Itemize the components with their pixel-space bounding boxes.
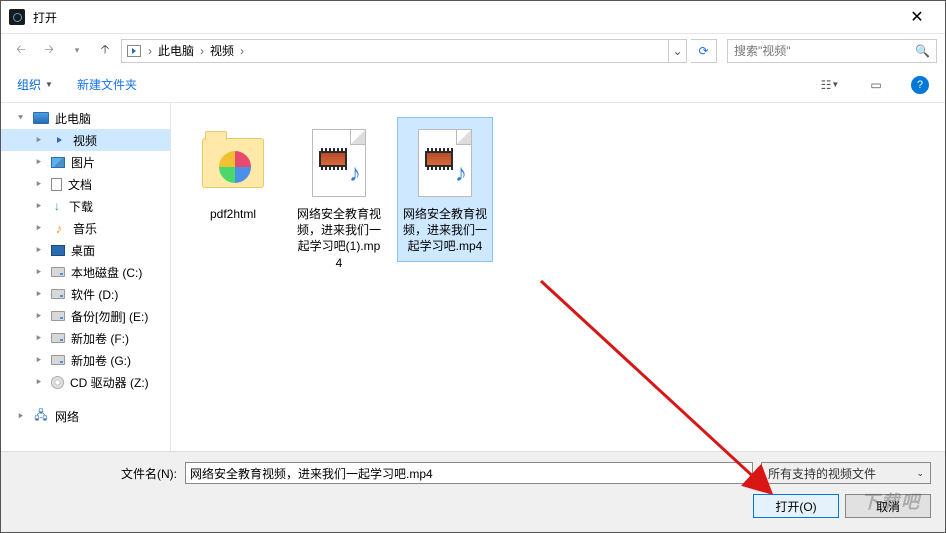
document-icon [51,178,62,191]
download-icon: ↓ [51,200,63,212]
sidebar-item-drive-e[interactable]: ⯈备份[勿删] (E:) [1,305,170,327]
file-item-video-selected[interactable]: ♪ 网络安全教育视频，进来我们一起学习吧.mp4 [397,117,493,262]
breadcrumb-videos[interactable]: 视频 [206,42,238,59]
back-button[interactable]: 🡠 [9,39,33,63]
file-label: 网络安全教育视频，进来我们一起学习吧.mp4 [402,206,488,255]
search-input[interactable] [734,44,915,58]
sidebar: ⯆此电脑 ⯈视频 ⯈图片 ⯈文档 ⯈↓下载 ⯈♪音乐 ⯈桌面 ⯈本地磁盘 (C:… [1,103,171,463]
breadcrumb[interactable]: › 此电脑 › 视频 › ⌄ [121,39,687,63]
preview-pane-button[interactable]: ▭ [865,74,887,96]
body-area: ⯆此电脑 ⯈视频 ⯈图片 ⯈文档 ⯈↓下载 ⯈♪音乐 ⯈桌面 ⯈本地磁盘 (C:… [1,103,945,463]
sidebar-item-drive-c[interactable]: ⯈本地磁盘 (C:) [1,261,170,283]
sidebar-item-this-pc[interactable]: ⯆此电脑 [1,107,170,129]
music-icon: ♪ [51,221,67,235]
network-icon: 🖧 [33,409,49,423]
file-label: 网络安全教育视频，进来我们一起学习吧(1).mp4 [296,206,382,271]
sidebar-item-drive-g[interactable]: ⯈新加卷 (G:) [1,349,170,371]
sidebar-item-network[interactable]: ⯈🖧网络 [1,405,170,427]
breadcrumb-sep: › [198,44,206,58]
dialog-footer: 文件名(N): 所有支持的视频文件⌄ 打开(O) 取消 [1,451,945,532]
file-item-folder[interactable]: pdf2html [185,117,281,229]
organize-menu[interactable]: 组织▼ [17,76,53,93]
drive-icon [51,311,65,321]
breadcrumb-dropdown[interactable]: ⌄ [668,40,686,62]
sidebar-item-documents[interactable]: ⯈文档 [1,173,170,195]
sidebar-item-music[interactable]: ⯈♪音乐 [1,217,170,239]
breadcrumb-sep: › [146,44,154,58]
search-box[interactable]: 🔍 [727,39,937,63]
breadcrumb-sep: › [238,44,246,58]
picture-icon [51,157,65,168]
cd-icon [51,376,64,389]
up-button[interactable]: 🡡 [93,39,117,63]
sidebar-item-desktop[interactable]: ⯈桌面 [1,239,170,261]
open-button[interactable]: 打开(O) [753,494,839,518]
new-folder-button[interactable]: 新建文件夹 [77,76,137,93]
sidebar-item-drive-f[interactable]: ⯈新加卷 (F:) [1,327,170,349]
navigation-row: 🡠 🡢 ▾ 🡡 › 此电脑 › 视频 › ⌄ ⟳ 🔍 [1,33,945,67]
window-title: 打开 [33,9,897,26]
forward-button[interactable]: 🡢 [37,39,61,63]
recent-dropdown[interactable]: ▾ [65,39,89,63]
drive-icon [51,289,65,299]
drive-icon [51,267,65,277]
filename-label: 文件名(N): [15,465,177,482]
help-button[interactable]: ? [911,76,929,94]
file-type-filter[interactable]: 所有支持的视频文件⌄ [761,462,931,484]
pc-icon [33,112,49,124]
cancel-button[interactable]: 取消 [845,494,931,518]
toolbar: 组织▼ 新建文件夹 ☷ ▼ ▭ ? [1,67,945,103]
video-folder-icon [124,41,144,61]
app-icon [9,9,25,25]
desktop-icon [51,245,65,256]
file-item-video[interactable]: ♪ 网络安全教育视频，进来我们一起学习吧(1).mp4 [291,117,387,278]
filename-input[interactable] [185,462,753,484]
file-label: pdf2html [210,206,256,222]
file-list[interactable]: pdf2html ♪ 网络安全教育视频，进来我们一起学习吧(1).mp4 ♪ 网… [171,103,945,463]
folder-icon [202,138,264,188]
drive-icon [51,333,65,343]
view-mode-button[interactable]: ☷ ▼ [819,74,841,96]
video-file-icon: ♪ [312,129,366,197]
refresh-button[interactable]: ⟳ [691,39,717,63]
titlebar: 打开 ✕ [1,1,945,33]
sidebar-item-pictures[interactable]: ⯈图片 [1,151,170,173]
sidebar-item-drive-z[interactable]: ⯈CD 驱动器 (Z:) [1,371,170,393]
video-file-icon: ♪ [418,129,472,197]
close-button[interactable]: ✕ [897,3,937,31]
search-icon[interactable]: 🔍 [915,44,930,58]
drive-icon [51,355,65,365]
sidebar-item-drive-d[interactable]: ⯈软件 (D:) [1,283,170,305]
sidebar-item-downloads[interactable]: ⯈↓下载 [1,195,170,217]
sidebar-item-videos[interactable]: ⯈视频 [1,129,170,151]
video-icon [51,133,67,147]
breadcrumb-this-pc[interactable]: 此电脑 [154,42,198,59]
